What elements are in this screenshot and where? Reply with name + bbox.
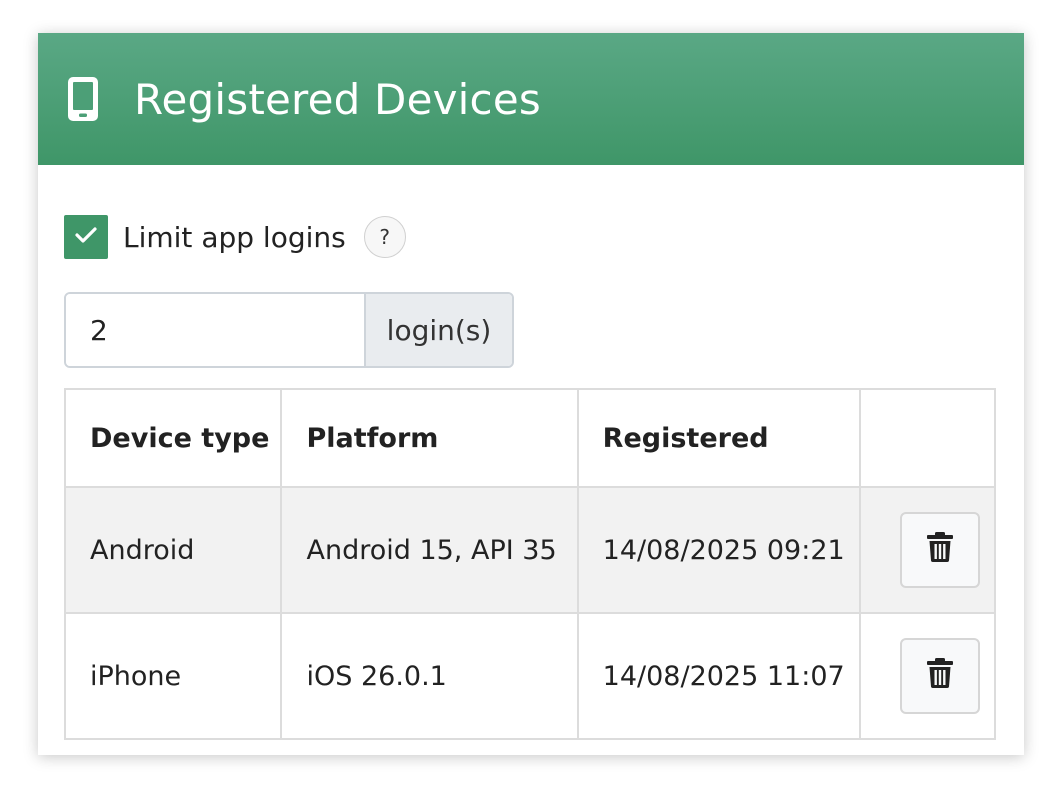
header-actions	[859, 388, 996, 488]
trash-icon	[926, 657, 954, 696]
table-header-row: Device type Platform Registered	[63, 388, 996, 488]
limit-logins-checkbox[interactable]	[64, 215, 108, 259]
limit-logins-label[interactable]: Limit app logins	[123, 221, 346, 254]
login-limit-addon: login(s)	[364, 294, 512, 366]
header-registered: Registered	[576, 388, 862, 488]
delete-device-button[interactable]	[899, 638, 980, 714]
devices-table: Device type Platform Registered Android …	[63, 388, 996, 740]
header-device-type: Device type	[63, 388, 283, 488]
cell-actions	[859, 486, 996, 614]
cell-actions	[859, 612, 996, 740]
mobile-device-icon	[66, 75, 100, 123]
trash-icon	[926, 531, 954, 570]
panel-title: Registered Devices	[134, 74, 541, 124]
help-button[interactable]: ?	[363, 216, 406, 258]
panel-header: Registered Devices	[38, 33, 1024, 165]
cell-device-type: iPhone	[63, 612, 283, 740]
limit-logins-row: Limit app logins ?	[64, 215, 406, 259]
checkmark-icon	[74, 225, 98, 249]
cell-platform: Android 15, API 35	[280, 486, 579, 614]
cell-device-type: Android	[63, 486, 283, 614]
registered-devices-panel: Registered Devices Limit app logins ? lo…	[38, 33, 1024, 755]
delete-device-button[interactable]	[899, 512, 980, 588]
table-row: Android Android 15, API 35 14/08/2025 09…	[63, 486, 996, 614]
login-limit-input-group: login(s)	[64, 292, 514, 368]
cell-registered: 14/08/2025 11:07	[576, 612, 862, 740]
cell-platform: iOS 26.0.1	[280, 612, 579, 740]
cell-registered: 14/08/2025 09:21	[576, 486, 862, 614]
login-limit-input[interactable]	[66, 294, 364, 366]
table-row: iPhone iOS 26.0.1 14/08/2025 11:07	[63, 612, 996, 740]
header-platform: Platform	[280, 388, 579, 488]
